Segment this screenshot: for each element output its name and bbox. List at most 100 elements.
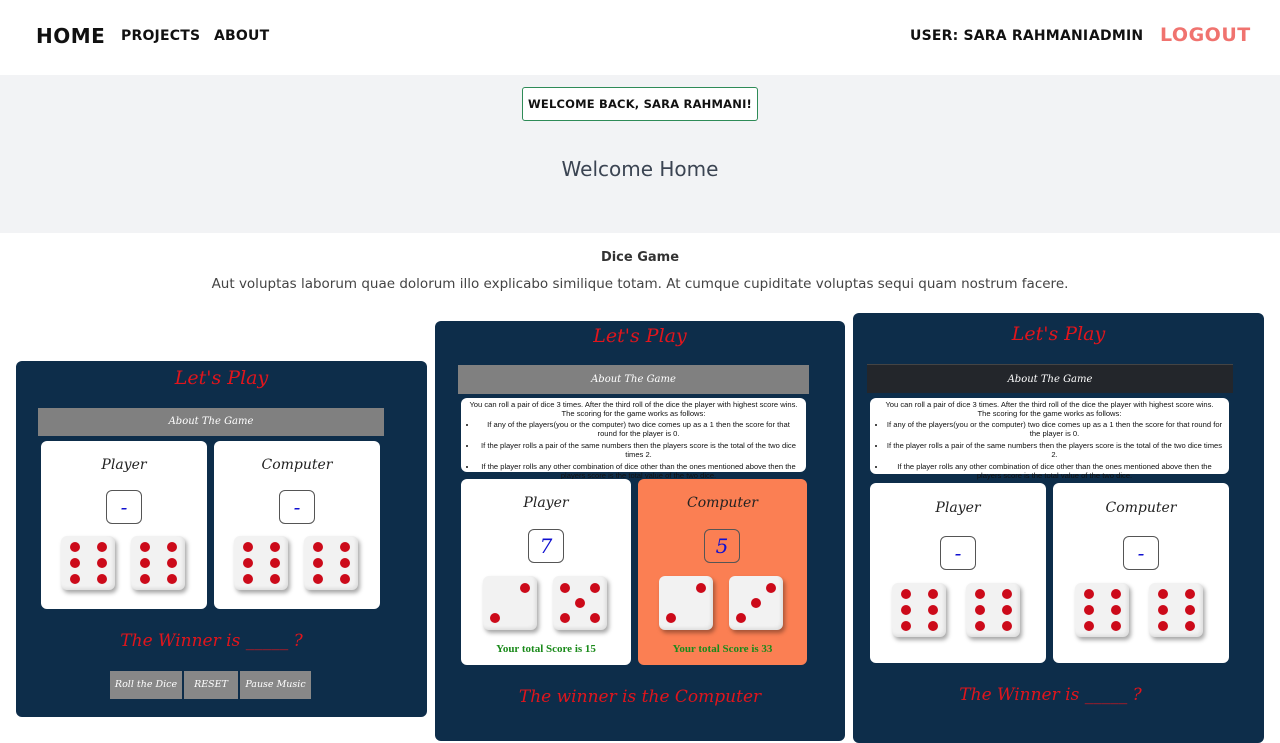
die-pip bbox=[1110, 605, 1121, 615]
rules-intro-2: The scoring for the game works as follow… bbox=[977, 409, 1122, 419]
winner-text: The Winner is _____ ? bbox=[959, 685, 1142, 705]
player-score: 7 bbox=[528, 529, 564, 563]
game-card-3: Let's Play About The Game You can roll a… bbox=[853, 313, 1264, 743]
die-pip bbox=[139, 558, 150, 568]
nav-about-link[interactable]: ABOUT bbox=[214, 28, 269, 44]
player-score: - bbox=[940, 536, 976, 570]
game-card-1: Let's Play About The Game Player - Compu… bbox=[16, 361, 427, 717]
die-pip bbox=[974, 605, 985, 615]
computer-label: Computer bbox=[261, 457, 333, 473]
rules-intro: You can roll a pair of dice 3 times. Aft… bbox=[469, 400, 798, 409]
hero-banner: WELCOME BACK, SARA RAHMANI! Welcome Home bbox=[0, 75, 1280, 233]
die-pip bbox=[166, 558, 177, 568]
die-pip bbox=[339, 558, 350, 568]
player-die-2 bbox=[553, 576, 607, 630]
player-die-1 bbox=[892, 583, 946, 637]
player-label: Player bbox=[935, 500, 981, 516]
die-pip bbox=[590, 582, 601, 593]
die-pip bbox=[927, 605, 938, 615]
die-pip bbox=[665, 613, 676, 624]
player-panel: Player - bbox=[41, 441, 207, 609]
die-pip bbox=[1184, 605, 1195, 615]
die-pip bbox=[590, 613, 601, 624]
welcome-badge: WELCOME BACK, SARA RAHMANI! bbox=[522, 87, 758, 121]
die-pip bbox=[312, 541, 323, 552]
die-pip bbox=[751, 598, 761, 608]
player-total-score: Your total Score is 15 bbox=[496, 643, 596, 655]
rule-item: If the player rolls a pair of the same n… bbox=[886, 441, 1223, 460]
die-pip bbox=[312, 558, 323, 568]
die-pip bbox=[1083, 605, 1094, 615]
die-pip bbox=[575, 598, 585, 608]
rules-box: You can roll a pair of dice 3 times. Aft… bbox=[461, 398, 806, 480]
die-pip bbox=[1083, 621, 1094, 632]
die-pip bbox=[139, 541, 150, 552]
computer-panel: Computer - bbox=[214, 441, 380, 609]
die-pip bbox=[974, 588, 985, 599]
die-pip bbox=[1001, 621, 1012, 632]
player-score: - bbox=[106, 490, 142, 524]
section-title: Dice Game bbox=[600, 250, 680, 265]
rule-item: If any of the players(you or the compute… bbox=[477, 420, 800, 439]
reset-button[interactable]: RESET bbox=[184, 671, 238, 699]
nav-logout-link[interactable]: LOGOUT bbox=[1160, 24, 1251, 46]
game-card-2: Let's Play About The Game You can roll a… bbox=[435, 321, 845, 741]
computer-panel: Computer - bbox=[1053, 483, 1229, 663]
die-pip bbox=[1001, 588, 1012, 599]
nav-admin-link[interactable]: ADMIN bbox=[1089, 28, 1143, 44]
die-pip bbox=[242, 574, 253, 585]
die-pip bbox=[1157, 588, 1168, 599]
computer-die-1 bbox=[1075, 583, 1129, 637]
die-pip bbox=[520, 582, 531, 593]
player-panel: Player 7 Your total Score is 15 bbox=[461, 479, 631, 665]
winner-text: The Winner is _____ ? bbox=[120, 631, 303, 651]
roll-dice-button[interactable]: Roll the Dice bbox=[110, 671, 182, 699]
die-pip bbox=[1001, 605, 1012, 615]
die-pip bbox=[242, 541, 253, 552]
die-pip bbox=[1110, 588, 1121, 599]
about-game-button[interactable]: About The Game bbox=[38, 408, 384, 436]
die-pip bbox=[96, 541, 107, 552]
rules-box: You can roll a pair of dice 3 times. Aft… bbox=[870, 398, 1229, 480]
section-description: Aut voluptas laborum quae dolorum illo e… bbox=[211, 276, 1069, 292]
die-pip bbox=[489, 613, 500, 624]
nav-projects-link[interactable]: PROJECTS bbox=[121, 28, 200, 44]
die-pip bbox=[96, 574, 107, 585]
die-pip bbox=[339, 541, 350, 552]
player-panel: Player - bbox=[870, 483, 1046, 663]
player-label: Player bbox=[101, 457, 147, 473]
die-pip bbox=[1157, 621, 1168, 632]
about-game-button[interactable]: About The Game bbox=[458, 365, 809, 394]
die-pip bbox=[900, 621, 911, 632]
die-pip bbox=[96, 558, 107, 568]
nav-home-link[interactable]: HOME bbox=[36, 24, 105, 48]
die-pip bbox=[974, 621, 985, 632]
about-game-button[interactable]: About The Game bbox=[867, 364, 1233, 393]
lets-play-heading: Let's Play bbox=[1011, 323, 1106, 345]
die-pip bbox=[1110, 621, 1121, 632]
hero-title: Welcome Home bbox=[561, 157, 719, 181]
die-pip bbox=[900, 605, 911, 615]
lets-play-heading: Let's Play bbox=[593, 325, 687, 347]
die-pip bbox=[559, 613, 570, 624]
winner-text: The winner is the Computer bbox=[518, 687, 762, 707]
player-die-2 bbox=[131, 536, 185, 590]
die-pip bbox=[696, 582, 707, 593]
die-pip bbox=[766, 582, 777, 593]
computer-label: Computer bbox=[687, 495, 758, 511]
die-pip bbox=[269, 558, 280, 568]
rule-item: If any of the players(you or the compute… bbox=[886, 420, 1223, 439]
nav-user-label: USER: SARA RAHMANI bbox=[910, 28, 1089, 44]
rules-intro: You can roll a pair of dice 3 times. Aft… bbox=[885, 400, 1214, 409]
computer-total-score: Your total Score is 33 bbox=[672, 643, 773, 655]
pause-music-button[interactable]: Pause Music bbox=[240, 671, 311, 699]
computer-score: - bbox=[279, 490, 315, 524]
player-die-1 bbox=[61, 536, 115, 590]
top-navbar: HOME PROJECTS ABOUT USER: SARA RAHMANI A… bbox=[0, 0, 1280, 75]
player-label: Player bbox=[523, 495, 569, 511]
die-pip bbox=[339, 574, 350, 585]
die-pip bbox=[927, 588, 938, 599]
computer-die-2 bbox=[729, 576, 783, 630]
die-pip bbox=[1157, 605, 1168, 615]
die-pip bbox=[1184, 588, 1195, 599]
